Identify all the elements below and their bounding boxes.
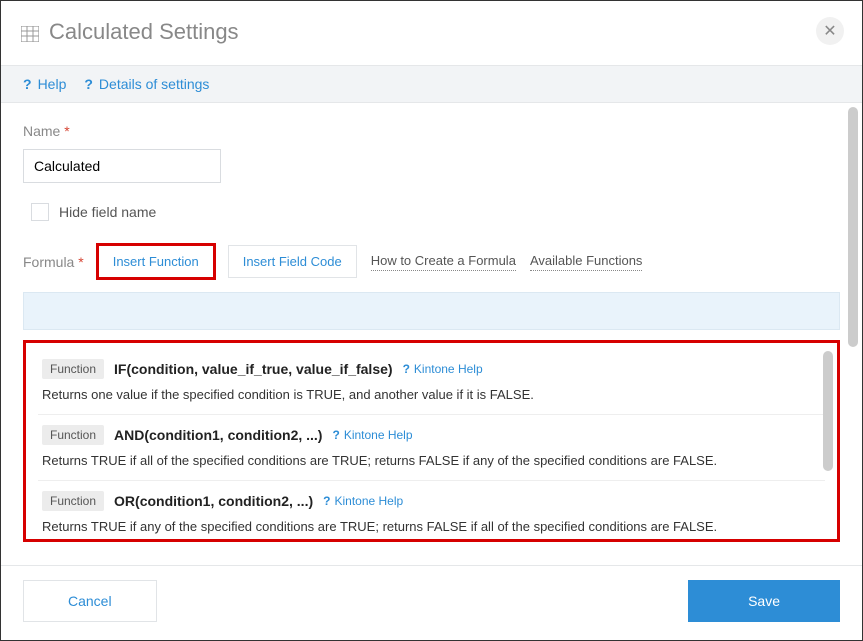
dialog-title: Calculated Settings <box>49 19 239 45</box>
function-badge: Function <box>42 425 104 445</box>
required-asterisk: * <box>78 254 83 270</box>
function-item-header: Function IF(condition, value_if_true, va… <box>42 359 821 379</box>
required-asterisk: * <box>64 123 69 139</box>
name-input[interactable] <box>23 149 221 183</box>
function-list-panel: Function IF(condition, value_if_true, va… <box>23 340 840 542</box>
function-signature: AND(condition1, condition2, ...) <box>114 427 322 443</box>
close-button[interactable]: ✕ <box>816 17 844 45</box>
hide-field-name-row[interactable]: Hide field name <box>23 203 840 221</box>
question-icon: ? <box>403 362 410 376</box>
insert-function-button[interactable]: Insert Function <box>98 245 214 278</box>
content-area: Name * Hide field name Formula * Insert … <box>1 103 862 565</box>
question-icon: ? <box>332 428 339 442</box>
dialog-footer: Cancel Save <box>1 565 862 640</box>
function-item-header: Function OR(condition1, condition2, ...)… <box>42 491 821 511</box>
kintone-help-label: Kintone Help <box>414 362 483 376</box>
available-functions-link[interactable]: Available Functions <box>530 253 643 271</box>
kintone-help-label: Kintone Help <box>344 428 413 442</box>
help-link[interactable]: ? Help <box>23 76 66 92</box>
function-description: Returns TRUE if any of the specified con… <box>42 519 821 534</box>
function-list[interactable]: Function IF(condition, value_if_true, va… <box>26 343 837 539</box>
function-item-header: Function AND(condition1, condition2, ...… <box>42 425 821 445</box>
kintone-help-link[interactable]: ? Kintone Help <box>403 362 483 376</box>
kintone-help-label: Kintone Help <box>334 494 403 508</box>
content-scroll[interactable]: Name * Hide field name Formula * Insert … <box>1 103 862 565</box>
formula-label: Formula * <box>23 254 84 270</box>
name-label-text: Name <box>23 123 60 139</box>
formula-input[interactable] <box>23 292 840 330</box>
question-icon: ? <box>23 76 32 92</box>
function-item-or[interactable]: Function OR(condition1, condition2, ...)… <box>38 481 825 539</box>
details-of-settings-link[interactable]: ? Details of settings <box>84 76 209 92</box>
hide-field-name-checkbox[interactable] <box>31 203 49 221</box>
help-bar: ? Help ? Details of settings <box>1 65 862 103</box>
function-badge: Function <box>42 359 104 379</box>
dialog-titlebar: Calculated Settings ✕ <box>1 1 862 65</box>
question-icon: ? <box>84 76 93 92</box>
kintone-help-link[interactable]: ? Kintone Help <box>323 494 403 508</box>
help-link-label: Help <box>38 76 67 92</box>
save-button[interactable]: Save <box>688 580 840 622</box>
formula-row: Formula * Insert Function Insert Field C… <box>23 245 840 278</box>
function-badge: Function <box>42 491 104 511</box>
cancel-button[interactable]: Cancel <box>23 580 157 622</box>
kintone-help-link[interactable]: ? Kintone Help <box>332 428 412 442</box>
name-label: Name * <box>23 123 840 139</box>
formula-label-text: Formula <box>23 254 74 270</box>
question-icon: ? <box>323 494 330 508</box>
details-link-label: Details of settings <box>99 76 210 92</box>
calculator-icon <box>21 26 39 42</box>
how-to-create-formula-link[interactable]: How to Create a Formula <box>371 253 516 271</box>
function-description: Returns TRUE if all of the specified con… <box>42 453 821 468</box>
calculated-settings-dialog: Calculated Settings ✕ ? Help ? Details o… <box>0 0 863 641</box>
function-signature: OR(condition1, condition2, ...) <box>114 493 313 509</box>
insert-field-code-button[interactable]: Insert Field Code <box>228 245 357 278</box>
close-icon: ✕ <box>823 21 836 41</box>
content-scrollbar[interactable] <box>848 107 858 347</box>
function-description: Returns one value if the specified condi… <box>42 387 821 402</box>
function-item-and[interactable]: Function AND(condition1, condition2, ...… <box>38 415 825 481</box>
hide-field-name-label: Hide field name <box>59 204 156 220</box>
function-list-scrollbar[interactable] <box>823 351 833 471</box>
function-signature: IF(condition, value_if_true, value_if_fa… <box>114 361 393 377</box>
function-item-if[interactable]: Function IF(condition, value_if_true, va… <box>38 349 825 415</box>
